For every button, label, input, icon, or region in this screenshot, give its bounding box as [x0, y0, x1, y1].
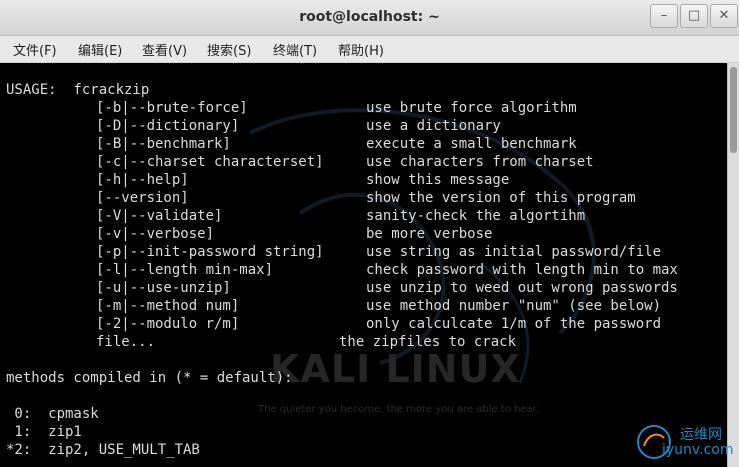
maximize-button[interactable]: □ — [680, 4, 708, 28]
option-description: execute a small benchmark — [366, 136, 577, 152]
option-description: use unzip to weed out wrong passwords — [366, 280, 678, 296]
option-description: use brute force algorithm — [366, 100, 577, 116]
close-button[interactable]: ✕ — [710, 4, 738, 28]
menu-search[interactable]: 搜索(S) — [207, 40, 251, 59]
option-flag: [-l|--length min-max] — [96, 262, 274, 278]
minimize-button[interactable]: – — [650, 4, 678, 28]
option-description: show the version of this program — [366, 190, 636, 206]
watermark-text-url: iyunv.com — [662, 442, 734, 458]
option-description: use string as initial password/file — [366, 244, 662, 260]
option-description: show this message — [366, 172, 510, 188]
option-description: be more verbose — [366, 226, 493, 242]
watermark-text-cn: 运维网 — [680, 427, 722, 443]
option-flag: [--version] — [96, 190, 189, 206]
method-line: *2: zip2, USE_MULT_TAB — [6, 442, 200, 458]
usage-line: USAGE: fcrackzip — [6, 82, 150, 98]
terminal-output[interactable]: KALI LINUX The quieter you become, the m… — [0, 63, 727, 467]
menu-terminal[interactable]: 终端(T) — [273, 40, 317, 59]
option-flag: [-c|--charset characterset] — [96, 154, 324, 170]
option-description: only calculcate 1/m of the password — [366, 316, 662, 332]
menu-view[interactable]: 查看(V) — [142, 40, 187, 59]
option-flag: [-u|--use-unzip] — [96, 280, 231, 296]
menu-edit[interactable]: 编辑(E) — [78, 40, 122, 59]
option-flag: [-p|--init-password string] — [96, 244, 324, 260]
file-arg-desc: the zipfiles to crack — [339, 334, 517, 350]
option-description: sanity-check the algortihm — [366, 208, 586, 224]
option-flag: [-V|--validate] — [96, 208, 223, 224]
option-flag: [-b|--brute-force] — [96, 100, 248, 116]
file-arg: file... — [96, 334, 156, 350]
method-line: 0: cpmask — [6, 406, 99, 422]
option-flag: [-2|--modulo r/m] — [96, 316, 240, 332]
methods-header: methods compiled in (* = default): — [6, 370, 293, 386]
menu-help[interactable]: 帮助(H) — [338, 40, 384, 59]
menu-bar: 文件(F) 编辑(E) 查看(V) 搜索(S) 终端(T) 帮助(H) — [0, 36, 739, 63]
option-flag: [-h|--help] — [96, 172, 189, 188]
menu-file[interactable]: 文件(F) — [13, 40, 57, 59]
option-description: use characters from charset — [366, 154, 594, 170]
option-flag: [-m|--method num] — [96, 298, 240, 314]
option-flag: [-v|--verbose] — [96, 226, 215, 242]
option-flag: [-B|--benchmark] — [96, 136, 231, 152]
terminal-scrollbar[interactable] — [727, 63, 739, 467]
option-description: check password with length min to max — [366, 262, 678, 278]
window-title: root@localhost: ~ — [299, 9, 440, 25]
window-titlebar[interactable]: root@localhost: ~ – □ ✕ — [0, 0, 739, 36]
option-description: use a dictionary — [366, 118, 501, 134]
method-line: 1: zip1 — [6, 424, 82, 440]
kali-logo-text: KALI LINUX — [270, 347, 521, 391]
option-description: use method number "num" (see below) — [366, 298, 662, 314]
scrollbar-thumb[interactable] — [730, 67, 737, 153]
option-flag: [-D|--dictionary] — [96, 118, 240, 134]
kali-tagline: The quieter you become, the more you are… — [258, 404, 540, 415]
